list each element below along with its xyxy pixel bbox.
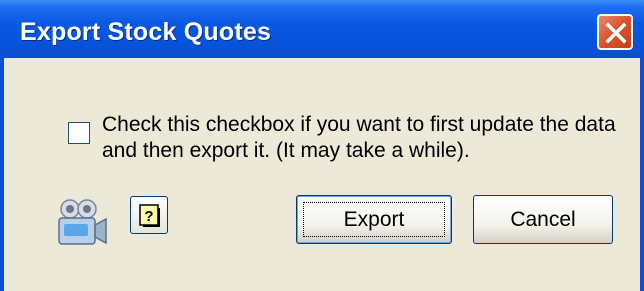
cancel-label: Cancel xyxy=(510,208,576,231)
focus-rectangle xyxy=(303,202,445,237)
update-first-checkbox[interactable] xyxy=(68,122,90,144)
video-camera-icon xyxy=(58,199,107,245)
question-mark-icon: ? xyxy=(139,204,160,227)
title-bar[interactable]: Export Stock Quotes xyxy=(0,0,644,58)
dialog-window: Export Stock Quotes Check this checkbox … xyxy=(0,0,644,291)
close-icon xyxy=(605,22,627,44)
svg-text:?: ? xyxy=(144,208,153,225)
cancel-button[interactable]: Cancel xyxy=(473,195,613,244)
close-button[interactable] xyxy=(597,14,633,50)
update-first-label[interactable]: Check this checkbox if you want to first… xyxy=(102,112,622,164)
window-title: Export Stock Quotes xyxy=(20,18,272,46)
help-button[interactable]: ? xyxy=(130,196,168,234)
export-button[interactable]: Export xyxy=(296,195,452,244)
